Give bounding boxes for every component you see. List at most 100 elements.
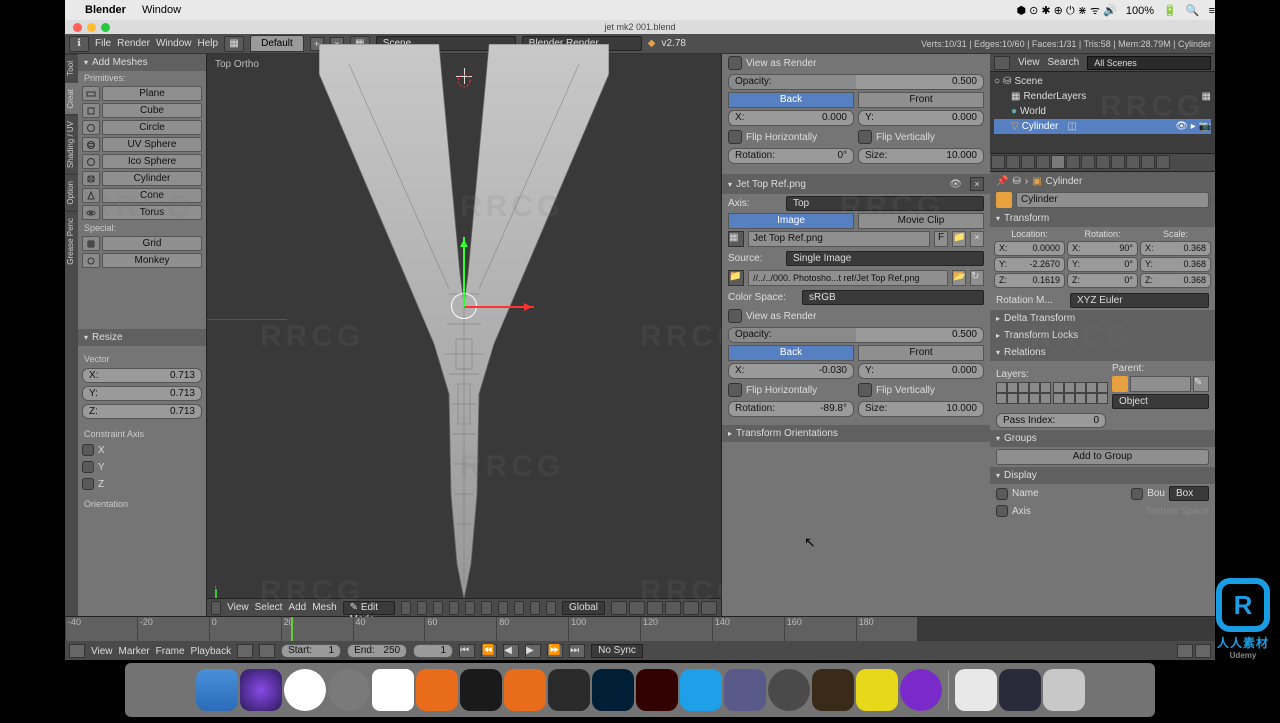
outliner-search-menu[interactable]: Search xyxy=(1048,57,1080,68)
manipulator-toggle-icon[interactable] xyxy=(498,601,508,615)
scale-z-field[interactable]: Z:0.368 xyxy=(1140,273,1211,288)
add-to-group-button[interactable]: Add to Group xyxy=(996,449,1209,465)
jump-next-icon[interactable]: ⏩ xyxy=(547,644,563,658)
tab-create[interactable]: Creat xyxy=(65,82,78,115)
tab-render[interactable] xyxy=(991,155,1005,169)
dock-appstore[interactable] xyxy=(680,669,722,711)
resize-header[interactable]: Resize xyxy=(78,329,206,346)
object-name-field[interactable]: Cylinder xyxy=(1016,192,1209,208)
autokey-icon[interactable] xyxy=(237,644,253,658)
tab-modifiers[interactable] xyxy=(1081,155,1095,169)
vp-menu-view[interactable]: View xyxy=(227,602,249,613)
start-frame-field[interactable]: Start:1 xyxy=(281,644,341,658)
resize-z-field[interactable]: Z:0.713 xyxy=(82,404,202,419)
timeline-editor-icon[interactable] xyxy=(69,644,85,658)
rot-z-field[interactable]: Z:0° xyxy=(1067,273,1138,288)
vp-menu-mesh[interactable]: Mesh xyxy=(312,602,336,613)
tab-shading-uv[interactable]: Shading / UV xyxy=(65,114,78,174)
flip-v-checkbox-1[interactable] xyxy=(858,130,872,144)
menu-render[interactable]: Render xyxy=(117,38,150,49)
face-select-icon[interactable] xyxy=(465,601,475,615)
tab-particles[interactable] xyxy=(1141,155,1155,169)
transform-locks-header[interactable]: Transform Locks xyxy=(990,327,1215,344)
open-image-button[interactable]: 📁 xyxy=(952,231,966,247)
jump-start-icon[interactable]: ⏮ xyxy=(459,644,475,658)
snap-icon[interactable] xyxy=(647,601,663,615)
resize-x-field[interactable]: X:0.713 xyxy=(82,368,202,383)
timeline-cursor[interactable] xyxy=(291,617,293,641)
limit-select-icon[interactable] xyxy=(481,601,491,615)
dock-vlc[interactable] xyxy=(416,669,458,711)
axis-dropdown[interactable]: Top xyxy=(786,196,984,211)
groups-header[interactable]: Groups xyxy=(990,430,1215,447)
pass-index-field[interactable]: Pass Index:0 xyxy=(996,413,1106,428)
manipulator-scale-icon[interactable] xyxy=(546,601,556,615)
tab-object[interactable] xyxy=(1051,155,1065,169)
image-datablock-field[interactable]: Jet Top Ref.png xyxy=(748,231,930,247)
tl-extra-icon-2[interactable] xyxy=(1195,644,1211,658)
tab-physics[interactable] xyxy=(1156,155,1170,169)
bgimg2-header[interactable]: ▾ Jet Top Ref.png 👁 × xyxy=(722,174,990,194)
resize-y-field[interactable]: Y:0.713 xyxy=(82,386,202,401)
front-button-2[interactable]: Front xyxy=(858,345,984,361)
outliner-renderlayers-row[interactable]: ▦RenderLayers▦ xyxy=(994,89,1211,104)
object-datablock-icon[interactable] xyxy=(996,192,1012,208)
menu-file[interactable]: File xyxy=(95,38,111,49)
tl-extra-icon[interactable] xyxy=(1177,644,1193,658)
menu-window[interactable]: Window xyxy=(156,38,192,49)
layers-grid-1[interactable] xyxy=(996,382,1051,404)
dock-photoshop[interactable] xyxy=(592,669,634,711)
delta-transform-header[interactable]: Delta Transform xyxy=(990,310,1215,327)
dock-finder[interactable] xyxy=(196,669,238,711)
add-circle-button[interactable]: Circle xyxy=(102,120,202,135)
visibility-icon[interactable]: 👁 xyxy=(949,179,962,190)
lock-camera-icon[interactable] xyxy=(629,601,645,615)
outliner-view-menu[interactable]: View xyxy=(1018,57,1040,68)
dock-minimized-1[interactable] xyxy=(955,669,997,711)
parent-icon[interactable] xyxy=(1112,376,1128,392)
outliner-world-row[interactable]: ●World xyxy=(994,104,1211,119)
bounds-type-dropdown[interactable]: Box xyxy=(1169,486,1209,501)
manipulator-translate-icon[interactable] xyxy=(514,601,524,615)
back-button-1[interactable]: Back xyxy=(728,92,854,108)
window-zoom[interactable] xyxy=(101,23,110,32)
add-cube-button[interactable]: Cube xyxy=(102,103,202,118)
parent-eyedrop-icon[interactable]: ✎ xyxy=(1193,376,1209,392)
dock-quicktime[interactable] xyxy=(724,669,766,711)
source-dropdown[interactable]: Single Image xyxy=(786,251,984,266)
flip-v-checkbox-2[interactable] xyxy=(858,383,872,397)
add-cone-button[interactable]: Cone xyxy=(102,188,202,203)
3d-viewport[interactable]: Top Ortho xyxy=(206,54,722,616)
bg1-rotation-field[interactable]: Rotation:0° xyxy=(728,148,854,164)
dock-unity[interactable] xyxy=(460,669,502,711)
play-icon[interactable]: ▶ xyxy=(525,644,541,658)
back-button-2[interactable]: Back xyxy=(728,345,854,361)
tl-menu-marker[interactable]: Marker xyxy=(119,646,150,657)
snap-target-icon[interactable] xyxy=(665,601,681,615)
mode-dropdown[interactable]: ✎ Edit Mode xyxy=(343,601,395,615)
window-close[interactable] xyxy=(73,23,82,32)
vp-menu-add[interactable]: Add xyxy=(288,602,306,613)
outliner-filter-dropdown[interactable]: All Scenes xyxy=(1087,56,1211,70)
proportional-icon[interactable] xyxy=(701,601,717,615)
bg2-y-field[interactable]: Y:0.000 xyxy=(858,363,984,379)
transform-orientations-header[interactable]: ▸Transform Orientations xyxy=(722,425,990,442)
vert-select-icon[interactable] xyxy=(433,601,443,615)
display-bounds-checkbox[interactable] xyxy=(1131,488,1143,500)
transform-panel-header[interactable]: Transform xyxy=(990,210,1215,227)
bg1-y-field[interactable]: Y:0.000 xyxy=(858,110,984,126)
shading-mode-icon[interactable] xyxy=(401,601,411,615)
edge-select-icon[interactable] xyxy=(449,601,459,615)
dock-sysprefs[interactable] xyxy=(768,669,810,711)
image-tab-button[interactable]: Image xyxy=(728,213,854,229)
sync-dropdown[interactable]: No Sync xyxy=(591,644,643,658)
dock-blender[interactable] xyxy=(504,669,546,711)
render-preview-icon[interactable] xyxy=(683,601,699,615)
screen-layout[interactable]: Default xyxy=(250,35,304,52)
dock-minimized-3[interactable] xyxy=(1043,669,1085,711)
parent-field[interactable] xyxy=(1130,376,1191,392)
tab-world[interactable] xyxy=(1036,155,1050,169)
view-as-render-checkbox-2[interactable] xyxy=(728,309,742,323)
bg2-rotation-field[interactable]: Rotation:-89.8° xyxy=(728,401,854,417)
add-meshes-header[interactable]: Add Meshes xyxy=(78,54,206,71)
